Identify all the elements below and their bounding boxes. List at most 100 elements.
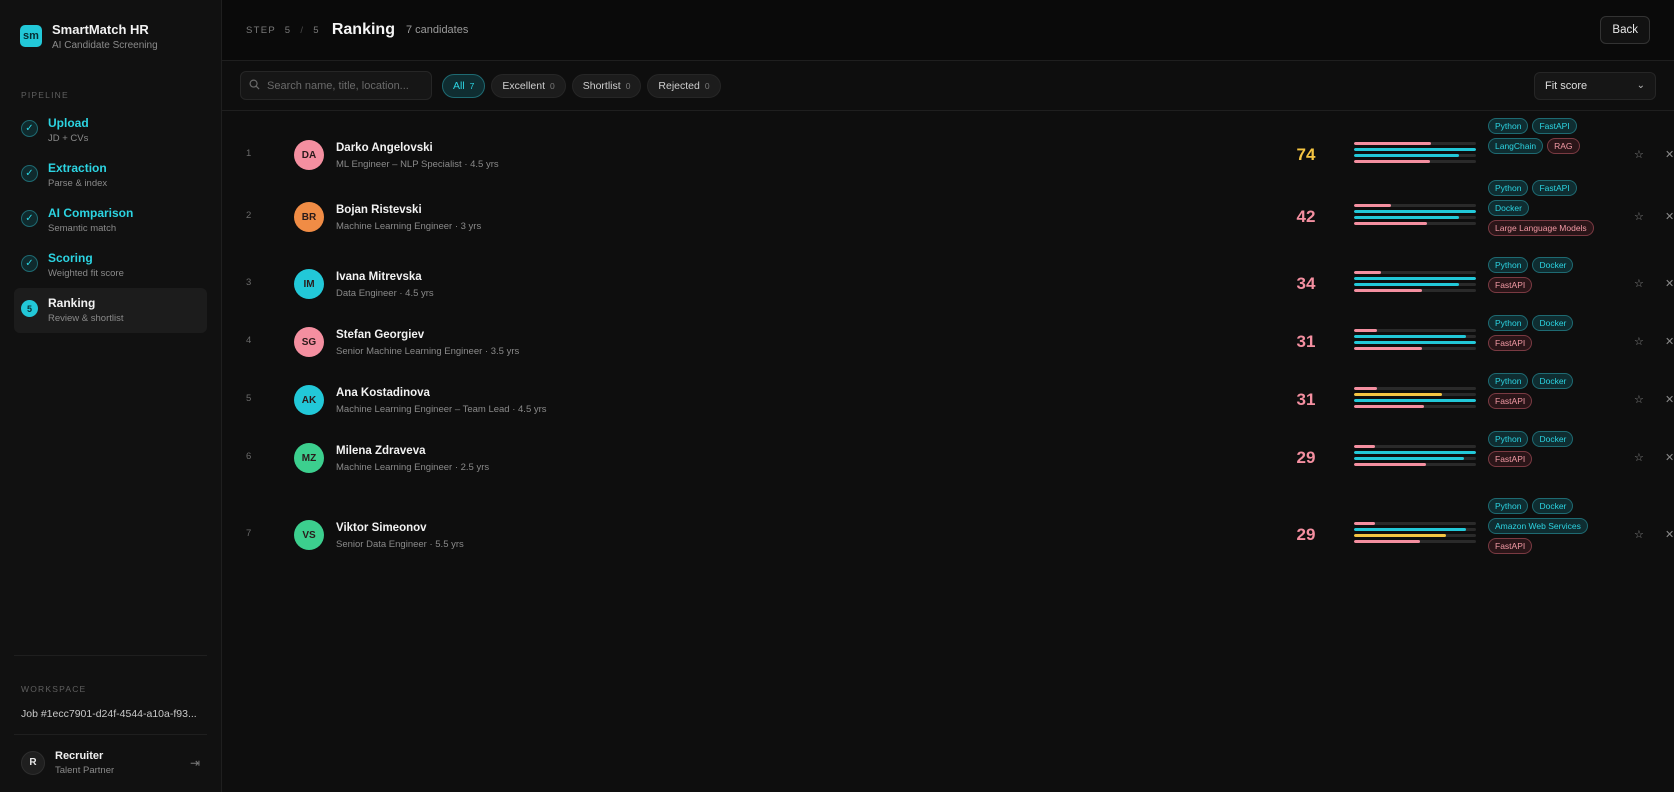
filter-chip-all[interactable]: All 7 <box>442 73 486 98</box>
chip-label: All <box>453 79 465 92</box>
filter-chip-rejected[interactable]: Rejected 0 <box>647 73 721 98</box>
step-number: 5 <box>21 300 38 317</box>
workspace-job[interactable]: Job #1ecc7901-d24f-4544-a10a-f93... <box>14 700 207 734</box>
avatar: VS <box>294 520 324 550</box>
close-icon[interactable]: ✕ <box>1665 393 1674 406</box>
score-breakdown <box>1354 204 1476 228</box>
score-bar <box>1354 347 1476 350</box>
filter-chip-excellent[interactable]: Excellent 0 <box>491 73 566 98</box>
candidate-info[interactable]: Stefan Georgiev Senior Machine Learning E… <box>336 329 519 357</box>
step-word: STEP <box>246 24 276 36</box>
user-name: Recruiter <box>55 749 104 762</box>
avatar: BR <box>294 202 324 232</box>
sidebar-bottom: WORKSPACE Job #1ecc7901-d24f-4544-a10a-f… <box>14 655 207 792</box>
sidebar-item-label: Scoring <box>48 251 93 265</box>
score-bar <box>1354 540 1476 543</box>
skill-tag: RAG <box>1547 138 1580 154</box>
candidate-info[interactable]: Milena Zdraveva Machine Learning Engineer… <box>336 445 489 473</box>
star-icon[interactable]: ☆ <box>1634 451 1644 464</box>
table-row[interactable]: 6 MZ Milena Zdraveva Machine Learning Engin… <box>246 431 1674 481</box>
sort-select[interactable]: Fit score ⌄ <box>1534 71 1656 100</box>
score-bar <box>1354 216 1476 219</box>
candidate-name[interactable]: Stefan Georgiev <box>336 329 519 341</box>
candidate-name[interactable]: Ivana Mitrevska <box>336 271 434 283</box>
score-bar-fill <box>1354 204 1391 207</box>
skill-tag: Amazon Web Services <box>1488 518 1588 534</box>
close-icon[interactable]: ✕ <box>1665 277 1674 290</box>
candidate-name[interactable]: Darko Angelovski <box>336 142 499 154</box>
sidebar-item-scoring[interactable]: ✓ Scoring Weighted fit score <box>14 243 207 288</box>
filter-chip-shortlist[interactable]: Shortlist 0 <box>571 73 642 98</box>
candidate-info[interactable]: Darko Angelovski ML Engineer – NLP Specia… <box>336 142 499 170</box>
table-row[interactable]: 3 IM Ivana Mitrevska Data Engineer · 4.5 yr… <box>246 257 1674 307</box>
score-bar-fill <box>1354 528 1467 531</box>
candidate-info[interactable]: Ana Kostadinova Machine Learning Engineer… <box>336 387 547 415</box>
star-icon[interactable]: ☆ <box>1634 277 1644 290</box>
skill-tag: Python <box>1488 373 1529 389</box>
search-input[interactable] <box>267 79 423 92</box>
score-bar-fill <box>1354 283 1459 286</box>
skill-tag: Python <box>1488 180 1529 196</box>
candidate-info[interactable]: Viktor Simeonov Senior Data Engineer · 5.… <box>336 522 464 550</box>
score-bar <box>1354 283 1476 286</box>
score-bar-fill <box>1354 457 1464 460</box>
table-row[interactable]: 2 BR Bojan Ristevski Machine Learning Engin… <box>246 180 1674 236</box>
score-bar <box>1354 148 1476 151</box>
check-icon: ✓ <box>21 120 38 137</box>
topbar: STEP 5 / 5 Ranking 7 candidates Back <box>222 0 1674 61</box>
close-icon[interactable]: ✕ <box>1665 528 1674 541</box>
close-icon[interactable]: ✕ <box>1665 451 1674 464</box>
chip-count: 0 <box>625 80 631 91</box>
skill-tag: Python <box>1488 315 1529 331</box>
logout-icon[interactable]: ⇥ <box>190 756 200 770</box>
step-current: 5 <box>284 24 292 36</box>
close-icon[interactable]: ✕ <box>1665 148 1674 161</box>
sidebar-item-ai-comparison[interactable]: ✓ AI Comparison Semantic match <box>14 198 207 243</box>
close-icon[interactable]: ✕ <box>1665 335 1674 348</box>
sidebar-item-sublabel: Review & shortlist <box>48 313 124 324</box>
star-icon[interactable]: ☆ <box>1634 528 1644 541</box>
score-bar <box>1354 534 1476 537</box>
star-icon[interactable]: ☆ <box>1634 335 1644 348</box>
candidate-name[interactable]: Viktor Simeonov <box>336 522 464 534</box>
table-row[interactable]: 5 AK Ana Kostadinova Machine Learning Engin… <box>246 373 1674 423</box>
score-bar <box>1354 393 1476 396</box>
candidate-name[interactable]: Milena Zdraveva <box>336 445 489 457</box>
sidebar-item-upload[interactable]: ✓ Upload JD + CVs <box>14 108 207 153</box>
table-row[interactable]: 7 VS Viktor Simeonov Senior Data Engineer ·… <box>246 498 1674 554</box>
skill-tags: Python FastAPI Docker Large Language Models <box>1488 180 1610 236</box>
table-row[interactable]: 4 SG Stefan Georgiev Senior Machine Learnin… <box>246 315 1674 365</box>
score-bar <box>1354 335 1476 338</box>
fit-score: 42 <box>1296 207 1316 226</box>
sidebar-item-extraction[interactable]: ✓ Extraction Parse & index <box>14 153 207 198</box>
candidate-subtitle: Data Engineer · 4.5 yrs <box>336 288 434 299</box>
check-icon: ✓ <box>21 210 38 227</box>
fit-score: 29 <box>1296 525 1316 544</box>
fit-score: 31 <box>1296 390 1316 409</box>
filter-bar: All 7 Excellent 0 Shortlist 0 Rejected 0 Fit sc… <box>222 61 1674 111</box>
sort-label: Fit score <box>1545 79 1588 92</box>
sidebar-item-ranking[interactable]: 5 Ranking Review & shortlist <box>14 288 207 333</box>
candidate-name[interactable]: Bojan Ristevski <box>336 204 481 216</box>
close-icon[interactable]: ✕ <box>1665 210 1674 223</box>
skill-tags: Python Docker FastAPI <box>1488 373 1610 409</box>
score-bar-fill <box>1354 277 1476 280</box>
back-button[interactable]: Back <box>1600 16 1650 44</box>
score-bar <box>1354 142 1476 145</box>
chip-count: 0 <box>550 80 555 91</box>
user-profile: R Recruiter Talent Partner ⇥ <box>14 734 207 792</box>
search-box[interactable] <box>240 71 432 100</box>
fit-score: 29 <box>1296 448 1316 467</box>
skill-tag: Python <box>1488 431 1529 447</box>
candidate-name[interactable]: Ana Kostadinova <box>336 387 547 399</box>
star-icon[interactable]: ☆ <box>1634 210 1644 223</box>
star-icon[interactable]: ☆ <box>1634 148 1644 161</box>
score-bar-fill <box>1354 341 1476 344</box>
sidebar-item-sublabel: Semantic match <box>48 223 117 234</box>
pipeline-label: PIPELINE <box>21 90 69 100</box>
candidate-info[interactable]: Bojan Ristevski Machine Learning Engineer… <box>336 204 481 232</box>
candidate-info[interactable]: Ivana Mitrevska Data Engineer · 4.5 yrs <box>336 271 434 299</box>
table-row[interactable]: 1 DA Darko Angelovski ML Engineer – NLP Spe… <box>246 118 1674 170</box>
skill-tag: Large Language Models <box>1488 220 1594 236</box>
star-icon[interactable]: ☆ <box>1634 393 1644 406</box>
